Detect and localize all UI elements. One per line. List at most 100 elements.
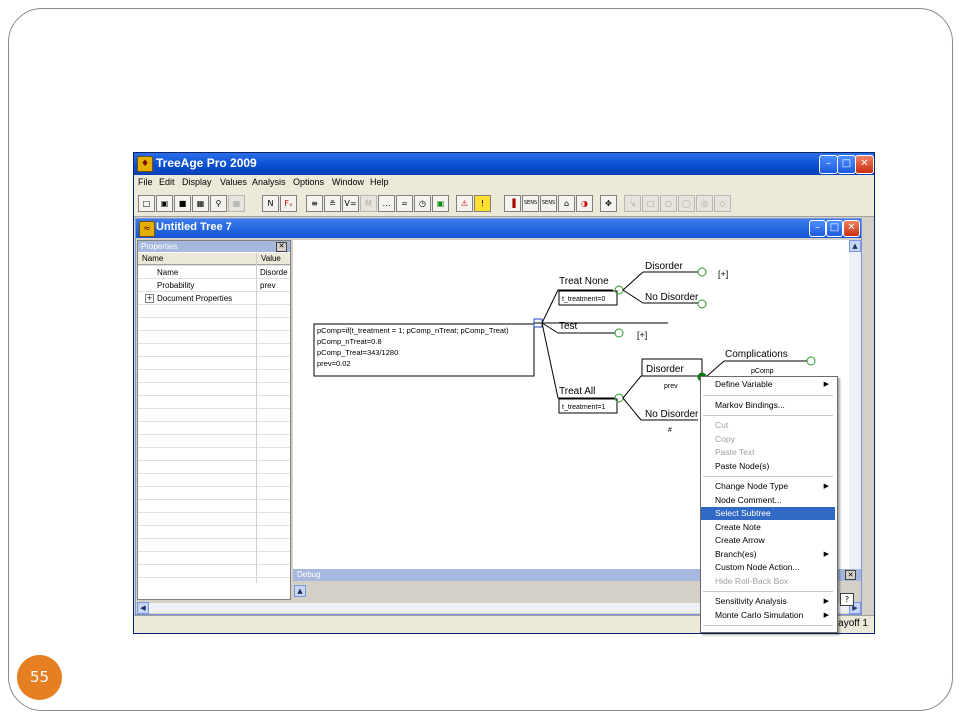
ellipsis-icon[interactable]: … [378,195,395,212]
sensitivity-2-icon[interactable]: SENS [540,195,557,212]
context-menu-item[interactable]: Hide Roll-Back Box [701,575,835,588]
equals-icon[interactable]: = [396,195,413,212]
sensitivity-icon[interactable]: SENS [522,195,539,212]
color-wheel-icon[interactable]: ◑ [576,195,593,212]
properties-title: Properties [141,242,178,251]
debug-close-icon[interactable]: ✕ [845,570,856,580]
terminal-node-circle [697,299,707,309]
menu-separator [703,394,833,396]
context-menu-item[interactable]: Branch(es) ▶ [701,548,835,561]
submenu-arrow-icon: ▶ [823,598,829,605]
menu-display[interactable]: Display [182,177,212,187]
slide-number: 55 [17,655,62,700]
branch-label-no-disorder: No Disorder [645,292,699,303]
ellipse-tool-icon[interactable]: ◯ [678,195,695,212]
open-folder-icon[interactable]: ▣ [156,195,173,212]
help-icon[interactable]: ? [840,593,854,606]
node-colors-icon[interactable]: ▣ [432,195,449,212]
function-icon[interactable]: Fₓ [280,195,297,212]
context-menu-item[interactable]: Markov Bindings... [701,399,835,412]
arrow-tool-icon[interactable]: ↘ [624,195,641,212]
complications-probability: pComp [751,368,774,375]
alert-icon[interactable]: ⚠ [456,195,473,212]
tree-format-icon[interactable]: ≞ [324,195,341,212]
print-preview-icon[interactable]: ⚲ [210,195,227,212]
context-menu-item[interactable]: Create Arrow [701,534,835,547]
context-menu-item[interactable]: Copy [701,433,835,446]
app-titlebar[interactable]: ♦ TreeAge Pro 2009 – □ ✕ [134,153,874,175]
context-menu-item[interactable]: Create Note [701,521,835,534]
print-icon[interactable]: ▦ [192,195,209,212]
document-close-button[interactable]: ✕ [843,220,860,237]
bar-chart-icon[interactable]: ▐ [504,195,521,212]
clock-icon[interactable]: ◷ [414,195,431,212]
context-menu-item-label: Create Arrow [715,535,765,545]
context-menu-item-label: Node Comment... [715,494,782,505]
property-value[interactable]: Disorde [260,268,288,277]
debug-scroll-up-icon[interactable]: ▲ [294,585,306,597]
grid-icon[interactable]: ▦ [228,195,245,212]
context-menu-item[interactable]: Paste Text [701,446,835,459]
context-menu-item-label: Custom Node Action... [715,562,800,572]
context-menu: Define Variable ▶ Markov Bindings... Cut Cop… [700,376,838,633]
vertical-scrollbar[interactable]: ▲ [849,240,861,570]
context-menu-item[interactable]: Monte Carlo Simulation ▶ [701,609,835,622]
treeage-logo-icon: ♦ [137,156,153,172]
maximize-button[interactable]: □ [837,155,856,174]
yes-no-icon[interactable]: N [262,195,279,212]
menu-values[interactable]: Values [220,177,247,187]
context-menu-item[interactable]: Node Comment... [701,494,835,507]
property-name[interactable]: Name [157,268,178,277]
terminal-node-circle [697,267,707,277]
menu-analysis[interactable]: Analysis [252,177,286,187]
context-menu-item[interactable]: Cost-Effectiveness [701,629,835,632]
scroll-left-icon[interactable]: ◀ [137,602,149,614]
menu-options[interactable]: Options [293,177,324,187]
context-menu-item[interactable]: Cut [701,419,835,432]
property-name[interactable]: Probability [157,281,194,290]
diamond-tool-icon[interactable]: ◇ [714,195,731,212]
scroll-up-icon[interactable]: ▲ [849,240,861,252]
document-maximize-button[interactable]: □ [826,220,843,237]
submenu-arrow-icon: ▶ [823,550,829,558]
context-menu-item[interactable]: Sensitivity Analysis ▶ [701,595,835,608]
menu-file[interactable]: File [138,177,153,187]
properties-close-icon[interactable]: ✕ [276,242,287,252]
properties-col-value[interactable]: Value [257,253,290,265]
branch-label-no-disorder: No Disorder [645,409,699,420]
expand-plus-icon[interactable]: + [145,294,154,303]
save-disk-icon[interactable]: ■ [174,195,191,212]
warning-icon[interactable]: ! [474,195,491,212]
menu-window[interactable]: Window [332,177,364,187]
rounded-rect-tool-icon[interactable]: ○ [660,195,677,212]
context-menu-item-label: Change Node Type [715,481,789,491]
root-def-line: pComp=if(t_treatment = 1; pComp_nTreat; … [317,326,509,335]
context-menu-item[interactable]: Change Node Type ▶ [701,480,835,493]
house-icon[interactable]: ⌂ [558,195,575,212]
document-minimize-button[interactable]: – [809,220,826,237]
menu-help[interactable]: Help [370,177,389,187]
disorder-probability: prev [664,383,678,390]
context-menu-item[interactable]: Select Subtree [701,507,835,520]
context-menu-item[interactable]: Custom Node Action... [701,561,835,574]
close-button[interactable]: ✕ [855,155,874,174]
context-menu-item[interactable]: Paste Node(s) [701,460,835,473]
test-expand-marker: [+] [637,330,647,340]
property-value[interactable]: prev [260,281,276,290]
define-variable-icon[interactable]: V= [342,195,359,212]
properties-col-name[interactable]: Name [138,253,256,265]
context-menu-item[interactable]: Define Variable ▶ [701,378,835,391]
align-icon[interactable]: ≡ [306,195,323,212]
markov-icon[interactable]: M [360,195,377,212]
menu-edit[interactable]: Edit [159,177,175,187]
context-menu-item-label: Markov Bindings... [715,399,785,410]
move-cursor-icon[interactable]: ✥ [600,195,617,212]
rectangle-tool-icon[interactable]: □ [642,195,659,212]
property-group[interactable]: Document Properties [157,294,232,303]
document-titlebar[interactable]: ≈ Untitled Tree 7 – □ ✕ [136,219,861,238]
disorder-expand-marker: [+] [718,269,728,279]
new-document-icon[interactable]: □ [138,195,155,212]
context-menu-item-label: Hide Roll-Back Box [715,575,789,586]
circle-tool-icon[interactable]: ◎ [696,195,713,212]
minimize-button[interactable]: – [819,155,838,174]
